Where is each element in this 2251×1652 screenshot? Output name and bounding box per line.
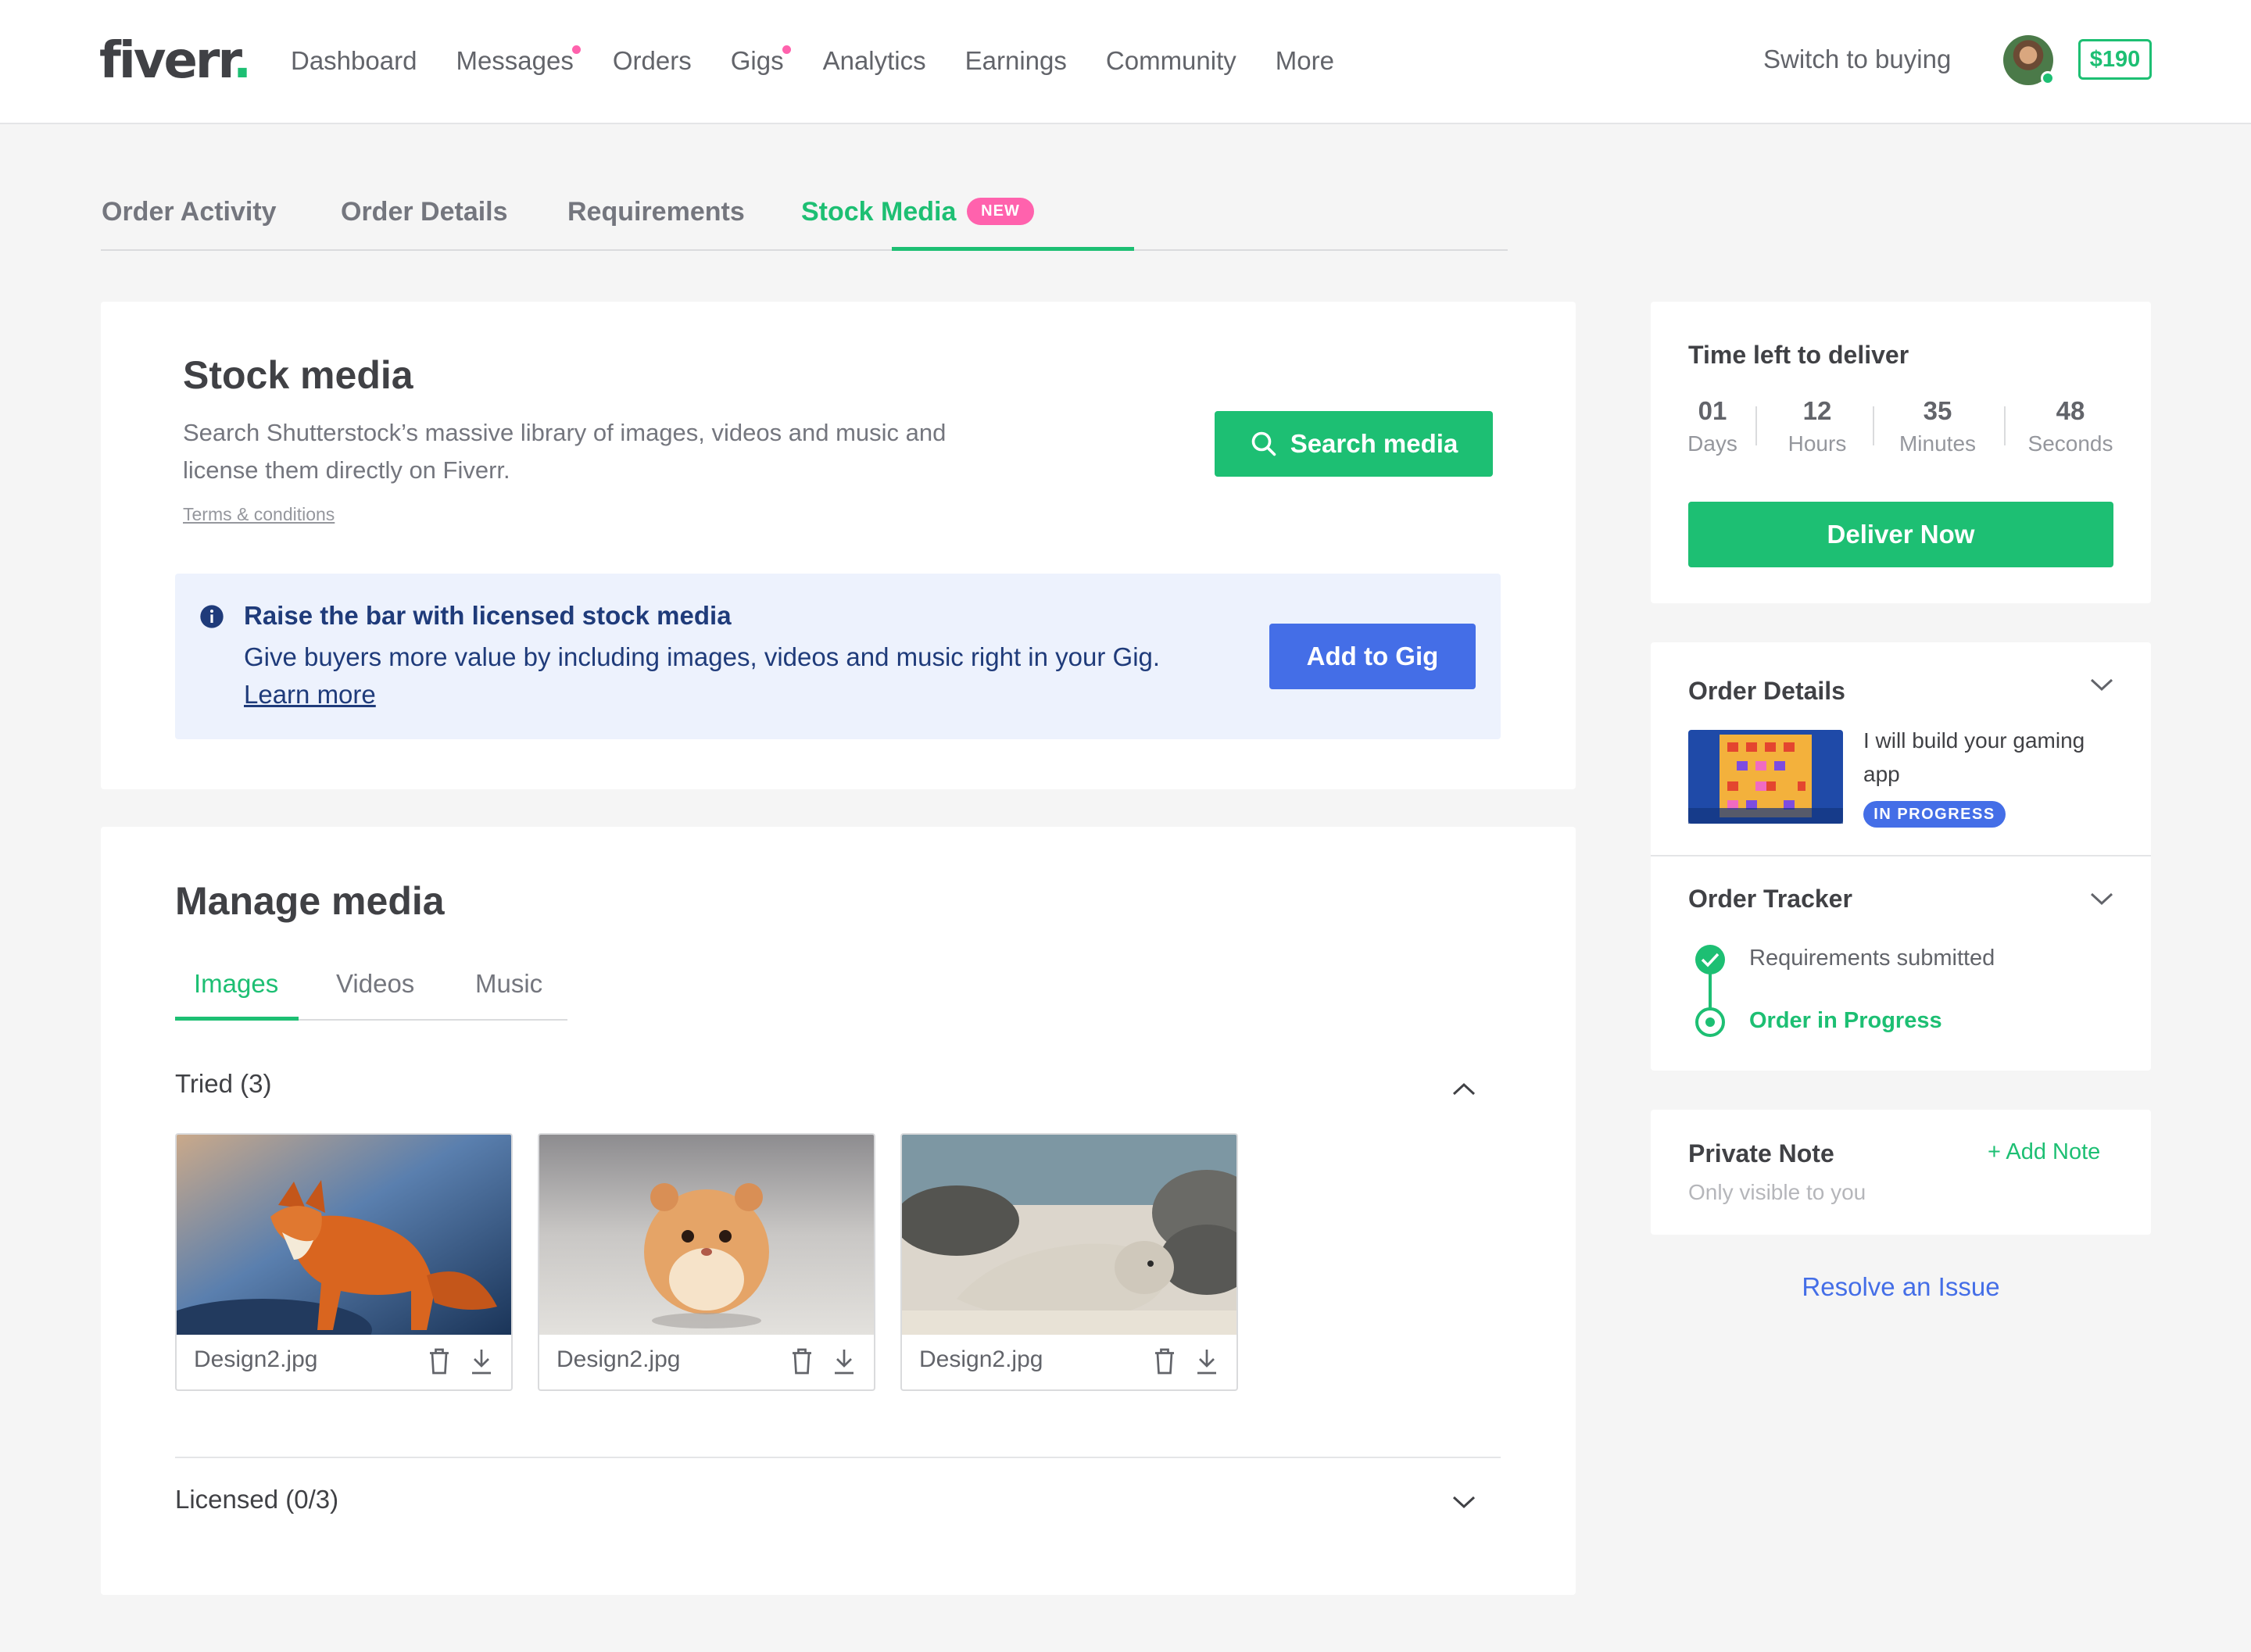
status-badge: IN PROGRESS xyxy=(1863,801,2006,828)
deliver-now-button[interactable]: Deliver Now xyxy=(1688,502,2113,567)
download-icon[interactable] xyxy=(830,1346,858,1377)
tracker-timeline xyxy=(1695,945,1725,1037)
tracker-step-requirements: Requirements submitted xyxy=(1749,946,1995,971)
media-item[interactable]: Design2.jpg xyxy=(175,1133,513,1391)
terms-link[interactable]: Terms & conditions xyxy=(183,504,335,525)
trash-icon[interactable] xyxy=(425,1346,453,1377)
add-to-gig-button[interactable]: Add to Gig xyxy=(1269,624,1476,689)
countdown-days: 01 xyxy=(1698,396,1727,425)
hamster-image xyxy=(539,1135,874,1335)
info-body: Give buyers more value by including imag… xyxy=(244,642,1161,671)
card-divider xyxy=(1651,855,2151,856)
new-badge: NEW xyxy=(967,198,1034,225)
countdown-separator xyxy=(1755,406,1757,445)
online-status-dot xyxy=(2041,71,2055,85)
private-note-card xyxy=(1651,1110,2151,1235)
countdown-days-label: Days xyxy=(1687,431,1737,456)
top-header: fiverr. Dashboard Messages Orders Gigs A… xyxy=(0,0,2251,124)
nav-analytics[interactable]: Analytics xyxy=(823,42,926,80)
info-title: Raise the bar with licensed stock media xyxy=(244,601,732,630)
private-note-subtitle: Only visible to you xyxy=(1688,1180,1866,1204)
tab-order-activity[interactable]: Order Activity xyxy=(102,191,277,232)
switch-to-buying-link[interactable]: Switch to buying xyxy=(1763,41,1951,78)
nav-earnings[interactable]: Earnings xyxy=(965,42,1067,80)
file-name: Design2.jpg xyxy=(194,1346,318,1372)
download-icon[interactable] xyxy=(1193,1346,1221,1377)
countdown-hours-label: Hours xyxy=(1788,431,1847,456)
active-tab-indicator xyxy=(892,247,1134,251)
media-item[interactable]: Design2.jpg xyxy=(900,1133,1238,1391)
chevron-down-icon[interactable] xyxy=(2088,889,2115,908)
nav-dashboard[interactable]: Dashboard xyxy=(291,42,417,80)
countdown-minutes-label: Minutes xyxy=(1898,431,1977,456)
tab-requirements[interactable]: Requirements xyxy=(567,191,745,232)
tracker-step-in-progress: Order in Progress xyxy=(1749,1008,1942,1033)
nav-community[interactable]: Community xyxy=(1106,42,1236,80)
order-tabs: Order Activity Order Details Requirement… xyxy=(101,191,1508,251)
balance-badge[interactable]: $190 xyxy=(2078,39,2152,80)
tab-videos[interactable]: Videos xyxy=(336,969,414,999)
add-note-button[interactable]: + Add Note xyxy=(1988,1139,2100,1165)
notification-dot xyxy=(571,45,581,54)
download-icon[interactable] xyxy=(467,1346,496,1377)
notification-dot xyxy=(782,45,791,54)
chevron-down-icon[interactable] xyxy=(2088,675,2115,694)
nav-orders[interactable]: Orders xyxy=(613,42,692,80)
seal-image xyxy=(902,1135,1236,1335)
tab-order-details[interactable]: Order Details xyxy=(341,191,508,232)
file-name: Design2.jpg xyxy=(919,1346,1043,1372)
manage-media-title: Manage media xyxy=(175,879,445,923)
tab-stock-media[interactable]: Stock Media xyxy=(801,191,956,232)
chevron-up-icon[interactable] xyxy=(1451,1080,1477,1099)
fox-image xyxy=(177,1135,511,1335)
chevron-down-icon[interactable] xyxy=(1451,1493,1477,1511)
countdown-minutes: 35 xyxy=(1923,396,1952,425)
order-tracker-title: Order Tracker xyxy=(1688,885,1852,913)
private-note-title: Private Note xyxy=(1688,1139,1834,1167)
countdown-separator xyxy=(1873,406,1874,445)
media-type-tabs: Images Videos Music xyxy=(175,961,567,1021)
section-divider xyxy=(175,1457,1501,1458)
main-nav: Dashboard Messages Orders Gigs Analytics… xyxy=(291,42,1373,80)
stock-media-title: Stock media xyxy=(183,353,413,397)
active-subtab-indicator xyxy=(175,1017,299,1021)
learn-more-link[interactable]: Learn more xyxy=(244,677,376,713)
time-left-title: Time left to deliver xyxy=(1688,341,1909,369)
file-name: Design2.jpg xyxy=(556,1346,681,1372)
countdown-seconds: 48 xyxy=(2056,396,2085,425)
gig-title[interactable]: I will build your gaming app xyxy=(1863,724,2085,791)
licensed-section-label: Licensed (0/3) xyxy=(175,1485,339,1514)
order-details-title: Order Details xyxy=(1688,677,1845,705)
search-icon xyxy=(1251,431,1276,456)
fiverr-logo[interactable]: fiverr. xyxy=(99,31,252,91)
info-icon xyxy=(200,605,224,628)
nav-more[interactable]: More xyxy=(1276,42,1334,80)
resolve-issue-link[interactable]: Resolve an Issue xyxy=(1651,1272,2151,1302)
tried-section-label: Tried (3) xyxy=(175,1069,272,1098)
countdown-seconds-label: Seconds xyxy=(2027,431,2113,456)
trash-icon[interactable] xyxy=(788,1346,816,1377)
countdown-hours: 12 xyxy=(1802,396,1832,425)
search-media-button[interactable]: Search media xyxy=(1215,411,1493,477)
gig-thumbnail[interactable] xyxy=(1688,730,1843,824)
tab-images[interactable]: Images xyxy=(194,969,278,999)
countdown-separator xyxy=(2004,406,2006,445)
tab-music[interactable]: Music xyxy=(475,969,542,999)
trash-icon[interactable] xyxy=(1151,1346,1179,1377)
nav-gigs[interactable]: Gigs xyxy=(731,42,791,80)
media-item[interactable]: Design2.jpg xyxy=(538,1133,875,1391)
stock-description: Search Shutterstock’s massive library of… xyxy=(183,419,947,484)
nav-messages[interactable]: Messages xyxy=(456,42,581,80)
